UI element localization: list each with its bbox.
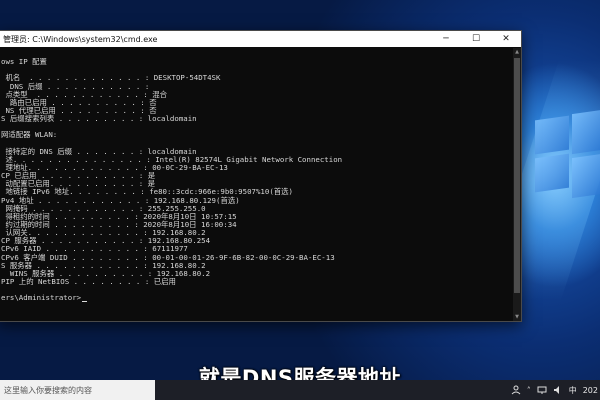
minimize-button[interactable]: ─ xyxy=(431,31,461,47)
windows-logo-pane xyxy=(535,115,569,155)
console-line: PIP 上的 NetBIOS . . . . . . . . : 已启用 xyxy=(1,276,176,286)
console-line: ers\Administrator> xyxy=(1,294,513,303)
console-line: S 后缀搜索列表 . . . . . . . . . : localdomain xyxy=(1,114,197,124)
scroll-down-icon[interactable]: ▼ xyxy=(513,313,521,321)
system-tray: ˄ 中 202 xyxy=(511,380,600,400)
console-line: ows IP 配置 xyxy=(1,57,47,67)
text-cursor xyxy=(82,301,88,303)
window-titlebar[interactable]: 管理员: C:\Windows\system32\cmd.exe ─ ☐ ✕ xyxy=(0,31,521,47)
window-controls: ─ ☐ ✕ xyxy=(431,31,521,47)
people-icon[interactable] xyxy=(511,385,521,395)
console-output[interactable]: ows IP 配置 机名 . . . . . . . . . . . . . :… xyxy=(0,48,513,321)
maximize-button[interactable]: ☐ xyxy=(461,31,491,47)
taskbar: 这里输入你要搜索的内容 ˄ 中 202 xyxy=(0,380,600,400)
volume-icon[interactable] xyxy=(553,385,563,395)
cmd-window[interactable]: 管理员: C:\Windows\system32\cmd.exe ─ ☐ ✕ o… xyxy=(0,30,522,322)
console-line: 网适配器 WLAN: xyxy=(1,130,58,140)
windows-logo-pane xyxy=(572,153,600,199)
network-icon[interactable] xyxy=(537,385,547,395)
window-title: 管理员: C:\Windows\system32\cmd.exe xyxy=(3,34,158,44)
close-button[interactable]: ✕ xyxy=(491,31,521,47)
taskbar-search-box[interactable]: 这里输入你要搜索的内容 xyxy=(0,380,155,400)
scrollbar-thumb[interactable] xyxy=(514,58,520,293)
windows-logo-pane xyxy=(535,153,569,193)
taskbar-clock[interactable]: 202 xyxy=(583,386,598,395)
windows-logo-pane xyxy=(572,109,600,155)
chevron-up-icon[interactable]: ˄ xyxy=(527,386,531,395)
scroll-up-icon[interactable]: ▲ xyxy=(513,48,521,56)
input-method-icon[interactable]: 中 xyxy=(569,385,577,396)
vertical-scrollbar[interactable]: ▲ ▼ xyxy=(513,48,521,321)
search-placeholder: 这里输入你要搜索的内容 xyxy=(4,385,92,395)
